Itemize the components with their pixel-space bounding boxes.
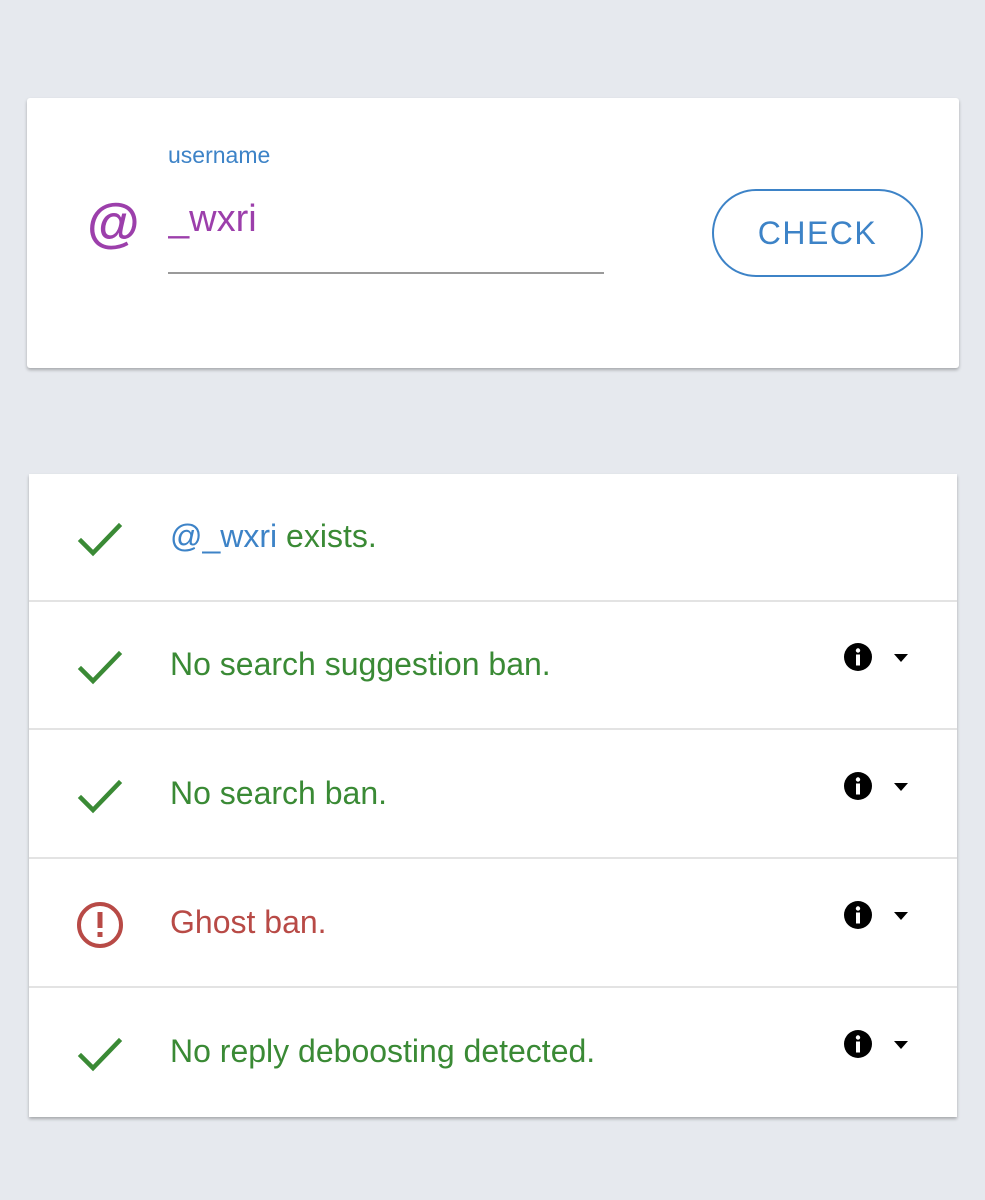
caret-down-icon[interactable] — [892, 781, 910, 793]
at-icon: @ — [87, 193, 140, 253]
caret-down-icon[interactable] — [892, 652, 910, 664]
caret-down-icon[interactable] — [892, 1039, 910, 1051]
username-label: username — [168, 142, 271, 168]
username-input[interactable] — [168, 194, 604, 274]
result-text: Ghost ban. — [170, 904, 327, 940]
result-text: No reply deboosting detected. — [170, 1033, 596, 1069]
username-link[interactable]: @_wxri — [170, 518, 277, 554]
result-row-search-ban[interactable]: No search ban. — [29, 731, 957, 859]
info-icon[interactable] — [843, 771, 873, 801]
result-row-exists: @_wxri exists. — [29, 474, 957, 602]
result-row-search-suggestion[interactable]: No search suggestion ban. — [29, 602, 957, 730]
info-icon[interactable] — [843, 1029, 873, 1059]
result-text: No search suggestion ban. — [170, 646, 551, 682]
alert-circle-icon — [77, 902, 123, 948]
result-text: No search ban. — [170, 775, 388, 811]
results-card: @_wxri exists. No search suggestion ban.… — [29, 474, 957, 1117]
check-icon — [77, 1037, 123, 1072]
username-search-card: @ username CHECK — [27, 98, 959, 368]
info-icon[interactable] — [843, 642, 873, 672]
caret-down-icon[interactable] — [892, 910, 910, 922]
check-icon — [77, 779, 123, 814]
info-icon[interactable] — [843, 900, 873, 930]
result-row-reply-deboosting[interactable]: No reply deboosting detected. — [29, 989, 957, 1117]
result-text: @_wxri exists. — [170, 518, 377, 554]
check-button[interactable]: CHECK — [712, 189, 923, 277]
check-icon — [77, 522, 123, 557]
check-icon — [77, 650, 123, 685]
result-row-ghost-ban[interactable]: Ghost ban. — [29, 860, 957, 988]
